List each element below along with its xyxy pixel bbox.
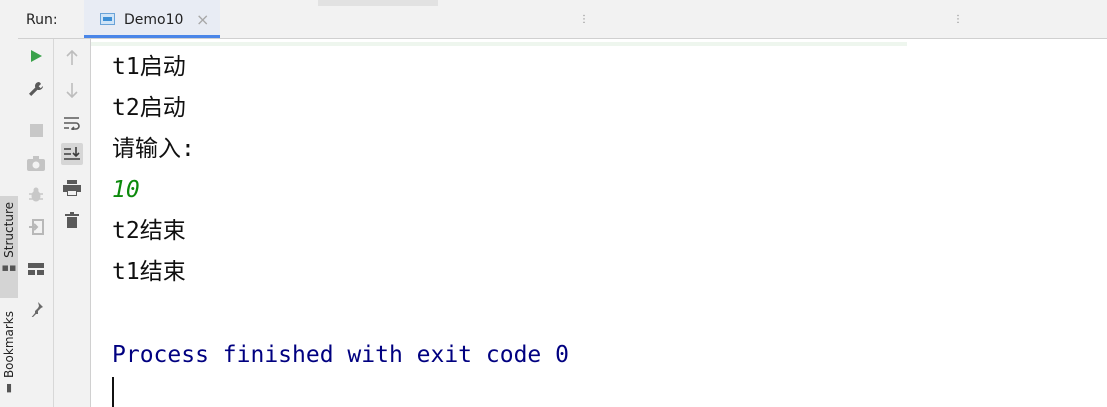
console-line: t1结束 (112, 259, 186, 285)
drag-handle-icon[interactable]: ⋮ (953, 15, 963, 25)
active-tab-indicator (84, 35, 220, 38)
stop-icon[interactable] (25, 119, 47, 141)
up-arrow-icon[interactable] (61, 47, 83, 69)
scroll-indicator (91, 42, 907, 46)
camera-icon[interactable] (25, 152, 47, 174)
drag-handle-icon[interactable]: ⋮ (579, 15, 589, 25)
scroll-to-end-icon[interactable] (61, 143, 83, 165)
down-arrow-icon[interactable] (61, 79, 83, 101)
rerun-icon[interactable] (25, 45, 47, 67)
wrench-icon[interactable] (25, 78, 47, 100)
run-toolbar-right (54, 39, 91, 407)
run-label: Run: (26, 12, 58, 28)
tab-title: Demo10 (124, 12, 184, 28)
pin-icon[interactable] (25, 298, 47, 320)
layout-icon[interactable] (25, 258, 47, 280)
print-icon[interactable] (61, 177, 83, 199)
bookmarks-tab[interactable]: Bookmarks ▮ (0, 305, 18, 407)
structure-tab-label: Structure (2, 202, 16, 258)
console-line: 请输入: (112, 136, 195, 162)
structure-icon: ▪▪ (1, 260, 17, 274)
run-config-icon (100, 13, 115, 25)
text-caret (112, 377, 114, 407)
run-header: Run: Demo10 × ⋮ ⋮ (18, 0, 1107, 39)
process-finished-message: Process finished with exit code 0 (112, 342, 569, 368)
structure-tab[interactable]: Structure ▪▪ (0, 196, 18, 298)
debug-bug-icon[interactable] (25, 184, 47, 206)
console-line: t2结束 (112, 218, 186, 244)
trash-icon[interactable] (61, 209, 83, 231)
soft-wrap-icon[interactable] (61, 112, 83, 134)
bookmark-icon: ▮ (5, 381, 13, 395)
tab-demo10[interactable]: Demo10 × (84, 0, 220, 38)
editor-tab-sliver (318, 0, 438, 6)
console-input-line: 10 (112, 177, 140, 203)
console-line: t1启动 (112, 54, 186, 80)
exit-icon[interactable] (25, 216, 47, 238)
console-line: t2启动 (112, 95, 186, 121)
bookmarks-tab-label: Bookmarks (2, 311, 16, 379)
side-tool-strip: Structure ▪▪ Bookmarks ▮ (0, 0, 19, 407)
close-icon[interactable]: × (196, 10, 209, 29)
run-toolbar-left (18, 39, 54, 407)
console-output[interactable]: t1启动 t2启动 请输入: 10 t2结束 t1结束 Process fini… (91, 39, 1107, 407)
